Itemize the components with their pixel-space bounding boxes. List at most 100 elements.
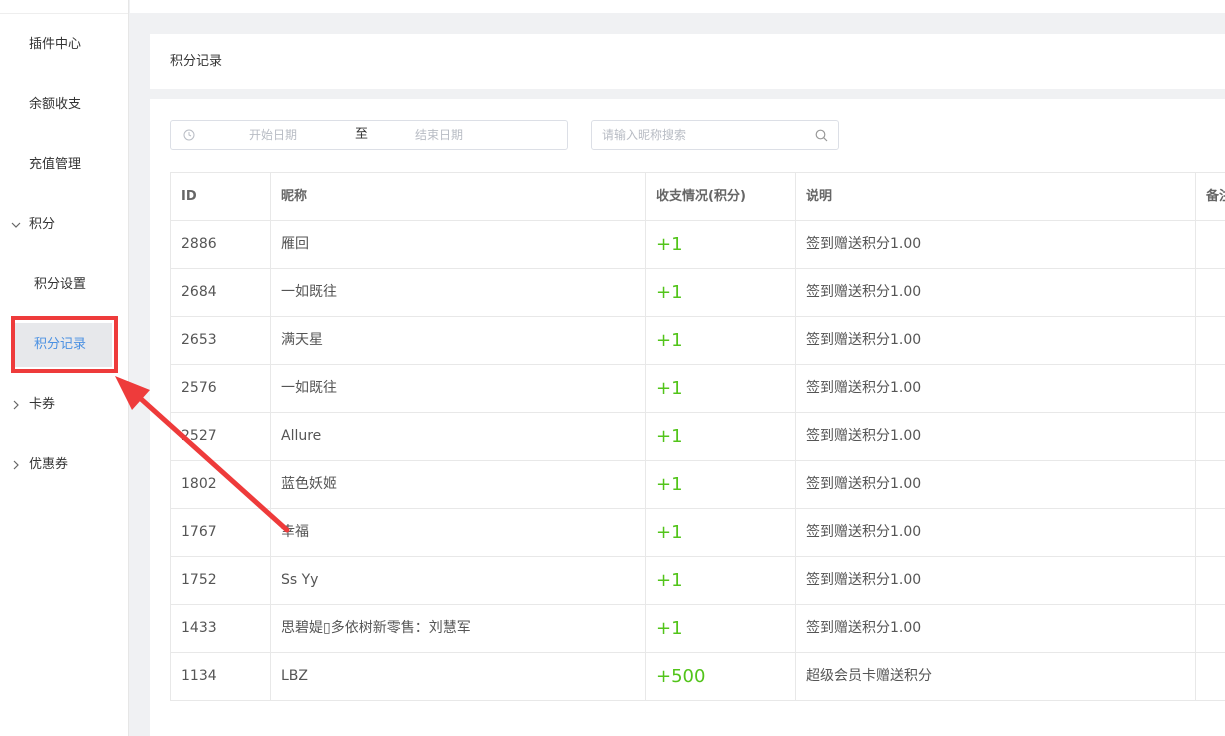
cell-points: +1: [656, 522, 683, 543]
cell-points-container: +1: [646, 365, 796, 412]
search-icon[interactable]: [815, 129, 828, 142]
cell-points-container: +500: [646, 653, 796, 700]
cell-description: 签到赠送积分1.00: [796, 269, 1196, 316]
cell-remark: [1196, 269, 1225, 316]
cell-id: 1767: [171, 509, 271, 556]
table-row: 1433 思碧媞▯多依树新零售：刘慧军 +1 签到赠送积分1.00: [171, 605, 1225, 653]
cell-id: 2684: [171, 269, 271, 316]
date-separator: 至: [355, 127, 369, 142]
cell-description: 签到赠送积分1.00: [796, 413, 1196, 460]
cell-description: 签到赠送积分1.00: [796, 557, 1196, 604]
chevron-down-icon: [11, 203, 21, 265]
cell-nickname: 一如既往: [271, 365, 646, 412]
column-header-nickname: 昵称: [271, 173, 646, 220]
page-header: 积分记录: [150, 34, 1225, 89]
cell-remark: [1196, 605, 1225, 652]
table-row: 2684 一如既往 +1 签到赠送积分1.00: [171, 269, 1225, 317]
cell-description: 签到赠送积分1.00: [796, 461, 1196, 508]
chevron-right-icon: [11, 443, 21, 505]
cell-nickname: Allure: [271, 413, 646, 460]
cell-id: 2886: [171, 221, 271, 268]
chevron-right-icon: [11, 383, 21, 445]
cell-nickname: Ss Yy: [271, 557, 646, 604]
cell-remark: [1196, 557, 1225, 604]
sidebar-item-label: 积分记录: [34, 337, 87, 352]
cell-points: +500: [656, 666, 706, 687]
sidebar: 插件中心 余额收支 充值管理 积分 积分设置 积分记录 卡券 优惠券: [0, 0, 129, 736]
sidebar-item-plugin-center[interactable]: 插件中心: [0, 23, 128, 67]
column-header-id: ID: [171, 173, 271, 220]
sidebar-item-coupons[interactable]: 优惠券: [0, 443, 128, 487]
cell-description: 超级会员卡赠送积分: [796, 653, 1196, 700]
cell-id: 1802: [171, 461, 271, 508]
cell-remark: [1196, 221, 1225, 268]
cell-id: 1134: [171, 653, 271, 700]
table-header-row: ID 昵称 收支情况(积分) 说明 备注: [171, 173, 1225, 221]
cell-nickname: LBZ: [271, 653, 646, 700]
cell-nickname: 满天星: [271, 317, 646, 364]
date-start-input[interactable]: 开始日期: [249, 121, 297, 149]
cell-description: 签到赠送积分1.00: [796, 509, 1196, 556]
cell-nickname: 蓝色妖姬: [271, 461, 646, 508]
cell-description: 签到赠送积分1.00: [796, 221, 1196, 268]
sidebar-item-points[interactable]: 积分: [0, 203, 128, 247]
sidebar-item-label: 充值管理: [29, 157, 82, 172]
cell-nickname: 幸福: [271, 509, 646, 556]
cell-points: +1: [656, 282, 683, 303]
cell-points-container: +1: [646, 509, 796, 556]
cell-points-container: +1: [646, 317, 796, 364]
cell-points: +1: [656, 234, 683, 255]
cell-points: +1: [656, 474, 683, 495]
cell-nickname: 雁回: [271, 221, 646, 268]
cell-nickname: 一如既往: [271, 269, 646, 316]
sidebar-item-label: 插件中心: [29, 37, 82, 52]
sidebar-item-recharge[interactable]: 充值管理: [0, 143, 128, 187]
main-content: 开始日期 至 结束日期 ID 昵称 收支情况(积分) 说明 备注 2886 雁回…: [150, 99, 1225, 736]
column-header-description: 说明: [796, 173, 1196, 220]
sidebar-item-label: 优惠券: [29, 457, 69, 472]
column-header-remark: 备注: [1206, 189, 1225, 204]
cell-points: +1: [656, 570, 683, 591]
cell-remark: [1196, 317, 1225, 364]
cell-id: 2653: [171, 317, 271, 364]
cell-id: 1752: [171, 557, 271, 604]
cell-points: +1: [656, 330, 683, 351]
date-range-picker[interactable]: 开始日期 至 结束日期: [170, 120, 568, 150]
points-record-table: ID 昵称 收支情况(积分) 说明 备注 2886 雁回 +1 签到赠送积分1.…: [170, 172, 1225, 701]
cell-description: 签到赠送积分1.00: [796, 365, 1196, 412]
table-row: 1752 Ss Yy +1 签到赠送积分1.00: [171, 557, 1225, 605]
table-row: 2527 Allure +1 签到赠送积分1.00: [171, 413, 1225, 461]
sidebar-item-label: 积分设置: [34, 277, 87, 292]
cell-id: 1433: [171, 605, 271, 652]
sidebar-item-points-settings[interactable]: 积分设置: [0, 263, 128, 307]
date-end-input[interactable]: 结束日期: [415, 121, 463, 149]
top-bar: [130, 0, 1225, 13]
cell-description: 签到赠送积分1.00: [796, 317, 1196, 364]
search-input[interactable]: [602, 121, 802, 149]
cell-remark: [1196, 461, 1225, 508]
table-row: 1134 LBZ +500 超级会员卡赠送积分: [171, 653, 1225, 701]
cell-nickname: 思碧媞▯多依树新零售：刘慧军: [271, 605, 646, 652]
cell-points: +1: [656, 618, 683, 639]
cell-points-container: +1: [646, 413, 796, 460]
clock-icon: [183, 129, 195, 141]
table-row: 2886 雁回 +1 签到赠送积分1.00: [171, 221, 1225, 269]
cell-remark: [1196, 653, 1225, 700]
cell-points: +1: [656, 378, 683, 399]
cell-remark: [1196, 509, 1225, 556]
cell-points-container: +1: [646, 461, 796, 508]
cell-points-container: +1: [646, 269, 796, 316]
sidebar-item-cards[interactable]: 卡券: [0, 383, 128, 427]
sidebar-item-label: 余额收支: [29, 97, 82, 112]
nickname-search-box[interactable]: [591, 120, 839, 150]
cell-id: 2576: [171, 365, 271, 412]
sidebar-item-points-records[interactable]: 积分记录: [0, 323, 128, 367]
cell-points-container: +1: [646, 221, 796, 268]
sidebar-divider: [0, 13, 128, 14]
cell-points-container: +1: [646, 605, 796, 652]
sidebar-item-label: 卡券: [29, 397, 56, 412]
column-header-points: 收支情况(积分): [646, 173, 796, 220]
cell-points-container: +1: [646, 557, 796, 604]
sidebar-item-label: 积分: [29, 217, 56, 232]
sidebar-item-balance[interactable]: 余额收支: [0, 83, 128, 127]
